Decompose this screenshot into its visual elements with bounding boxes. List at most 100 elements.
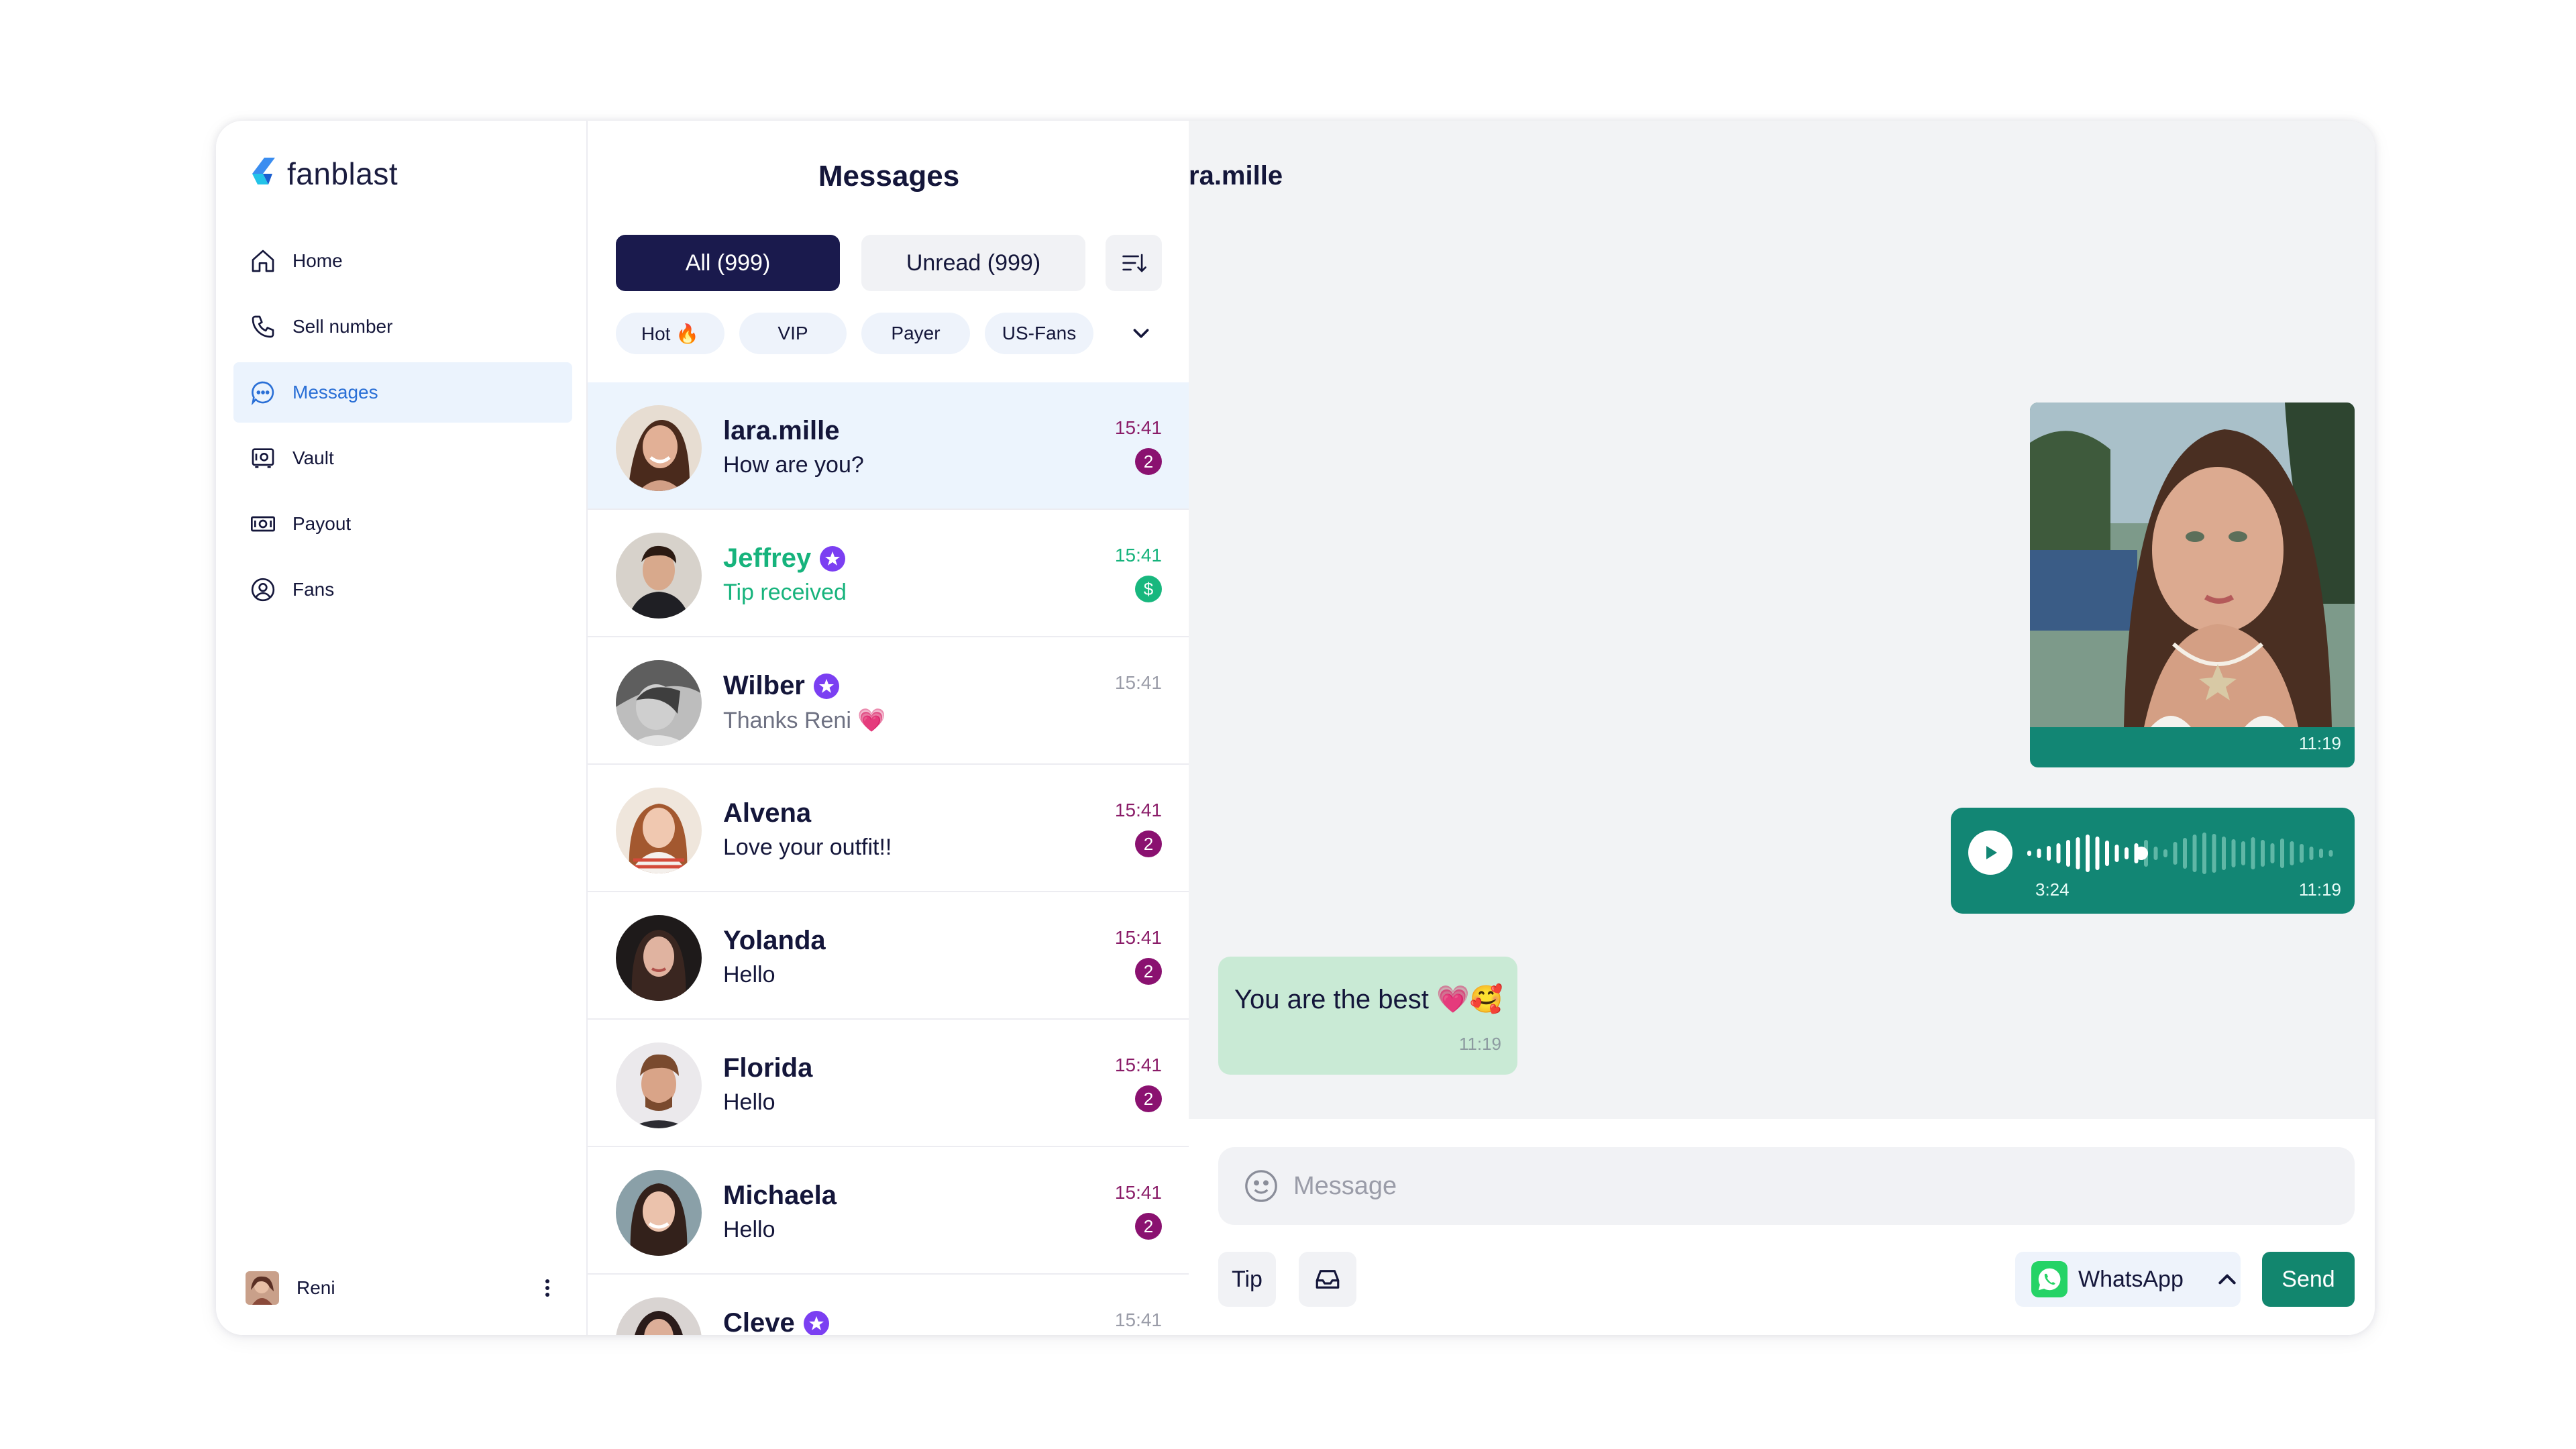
voice-duration: 3:24 [2035,879,2070,900]
tip-badge: $ [1135,576,1162,602]
sidebar-item-label: Vault [292,447,334,468]
sidebar-item-label: Sell number [292,316,393,337]
chevron-up-icon [2218,1274,2236,1285]
sidebar-item-label: Payout [292,513,352,534]
waveform-bar [2261,840,2265,867]
inbox-icon [1316,1270,1340,1289]
avatar [616,660,702,746]
waveform[interactable] [2025,826,2340,880]
waveform-bar [2056,843,2061,863]
more-options-icon[interactable] [534,1275,561,1301]
phone-icon [248,312,278,341]
conversation-row[interactable]: Yolanda Hello 15:41 2 [588,892,1190,1020]
cash-icon [248,509,278,539]
conversation-list-panel: Messages All (999) Unread (999) Hot 🔥 VI… [586,121,1190,1335]
conversation-row[interactable]: Wilber Thanks Reni 💗 15:41 [588,637,1190,765]
filter-all-button[interactable]: All (999) [616,235,840,291]
conversation-time: 15:41 [1114,417,1162,438]
avatar [616,1042,702,1128]
text-message: You are the best 💗🥰 11:19 [1218,957,1517,1075]
unread-badge: 2 [1135,830,1162,857]
app-window: fanblast Home Sell number Messages Vault… [216,121,2375,1335]
waveform-bar [2251,837,2255,869]
conversation-row[interactable]: Cleve 15:41 [588,1275,1190,1335]
waveform-bar [2153,847,2158,860]
conversation-preview: Tip received [723,580,847,605]
message-time: 11:19 [2298,733,2341,753]
waveform-bar [2183,838,2187,869]
waveform-bar [2270,843,2275,863]
waveform-bar [2319,849,2323,858]
fanblast-logo-icon [252,158,275,184]
conversation-name: Jeffrey [723,543,846,574]
sidebar-item-vault[interactable]: Vault [233,428,572,488]
message-text: You are the best 💗🥰 [1234,985,1503,1014]
filter-unread-button[interactable]: Unread (999) [861,235,1085,291]
sidebar-item-messages[interactable]: Messages [233,362,572,423]
sidebar-item-fans[interactable]: Fans [233,559,572,620]
conversation-name: Florida [723,1053,813,1083]
waveform-bar [2125,847,2129,859]
sidebar-item-label: Messages [292,382,378,402]
avatar [616,533,702,619]
conversation-time: 15:41 [1114,672,1162,693]
conversation-row[interactable]: Alvena Love your outfit!! 15:41 2 [588,765,1190,892]
conversation-row[interactable]: lara.mille How are you? 15:41 2 [588,382,1190,510]
sort-button[interactable] [1106,235,1162,291]
sidebar-item-sell-number[interactable]: Sell number [233,297,572,357]
unread-badge: 2 [1135,448,1162,475]
message-placeholder: Message [1293,1171,1397,1200]
unread-badge: 2 [1135,958,1162,985]
waveform-bar [2202,833,2206,874]
chip-vip[interactable]: VIP [739,313,847,354]
sidebar-item-home[interactable]: Home [233,231,572,291]
channel-select[interactable]: WhatsApp [2015,1252,2241,1307]
emoji-icon[interactable] [1242,1167,1280,1205]
conversation-row[interactable]: Michaela Hello 15:41 2 [588,1147,1190,1275]
inbox-button[interactable] [1299,1252,1356,1307]
conversation-time: 15:41 [1114,800,1162,820]
waveform-bar [2241,841,2245,865]
sidebar: fanblast Home Sell number Messages Vault… [216,121,586,1335]
waveform-bar [2114,845,2119,862]
photo-message[interactable]: 11:19 [2030,402,2355,767]
conversation-name: Cleve [723,1308,830,1335]
brand-logo[interactable]: fanblast [248,156,398,192]
conversation-row[interactable]: Jeffrey Tip received 15:41 $ [588,510,1190,637]
photo-image [2030,402,2355,727]
waveform-playhead [2135,847,2148,860]
avatar [616,405,702,491]
conversation-time: 15:41 [1114,1182,1162,1203]
conversation-preview: Hello [723,962,775,987]
conversation-time: 15:41 [1114,927,1162,948]
message-input[interactable]: Message [1218,1147,2355,1225]
waveform-bar [2105,841,2109,866]
avatar [616,788,702,873]
chip-payer[interactable]: Payer [861,313,970,354]
chevron-down-icon[interactable] [1123,315,1159,352]
current-user[interactable]: Reni [246,1268,561,1308]
chip-us-fans[interactable]: US-Fans [985,313,1093,354]
tip-button[interactable]: Tip [1218,1252,1276,1307]
message-time: 11:19 [2298,879,2341,900]
play-icon[interactable] [1968,830,2012,875]
conversation-name: lara.mille [723,416,840,445]
home-icon [248,246,278,276]
conversation-time: 15:41 [1114,545,1162,566]
avatar [616,915,702,1001]
waveform-bar [2280,839,2284,868]
waveform-bar [2163,849,2167,857]
conversation-preview: Hello [723,1089,775,1115]
waveform-bar [2027,851,2031,856]
sidebar-item-payout[interactable]: Payout [233,494,572,554]
waveform-bar [2086,835,2090,872]
page-title: Messages [818,160,960,193]
waveform-bar [2328,850,2333,857]
send-button[interactable]: Send [2262,1252,2355,1307]
conversation-rows: lara.mille How are you? 15:41 2 Jeffrey … [588,382,1190,1335]
conversation-row[interactable]: Florida Hello 15:41 2 [588,1020,1190,1147]
conversation-name: Yolanda [723,926,826,955]
waveform-bar [2222,837,2226,870]
chip-hot[interactable]: Hot 🔥 [616,313,724,354]
waveform-bar [2290,841,2294,865]
